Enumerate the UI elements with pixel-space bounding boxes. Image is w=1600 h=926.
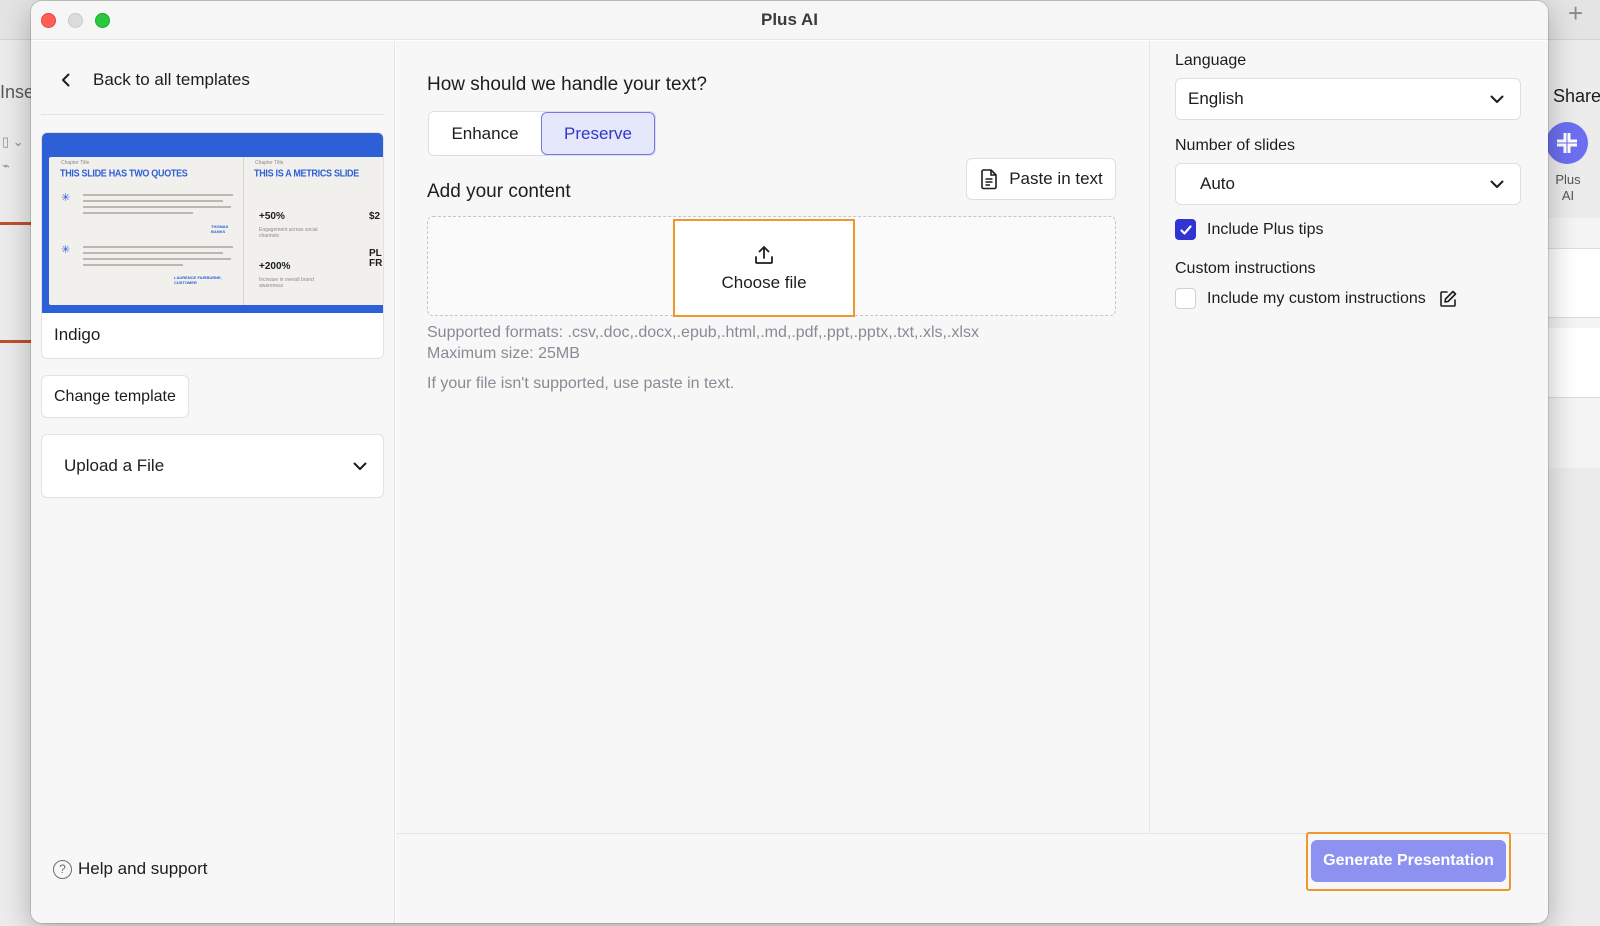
slides-count-value: Auto [1200, 174, 1235, 193]
plus-tips-label: Include Plus tips [1207, 220, 1324, 238]
paste-in-text-button[interactable]: Paste in text [966, 158, 1116, 200]
divider [41, 114, 384, 115]
background-slide-marker [0, 222, 32, 225]
generate-presentation-button[interactable]: Generate Presentation [1311, 840, 1506, 882]
template-sidebar: Back to all templates Chapter Title THIS… [31, 41, 395, 923]
slides-count-label: Number of slides [1175, 137, 1296, 154]
custom-instructions-heading: Custom instructions [1175, 260, 1316, 277]
window-title: Plus AI [761, 10, 818, 29]
checkmark-icon [1179, 224, 1192, 235]
help-and-support-link[interactable]: ? Help and support [53, 859, 207, 879]
help-label: Help and support [78, 859, 208, 878]
chevron-down-icon [1490, 180, 1504, 188]
unsupported-hint: If your file isn't supported, use paste … [427, 375, 735, 392]
language-select[interactable]: English [1175, 78, 1521, 120]
preview-quotes-slide: Chapter Title THIS SLIDE HAS TWO QUOTES … [49, 157, 244, 305]
plus-tips-checkbox[interactable] [1175, 219, 1196, 240]
supported-formats-text: Supported formats: .csv,.doc,.docx,.epub… [427, 322, 979, 364]
back-label: Back to all templates [93, 70, 250, 89]
background-insert-tab: Inse [0, 82, 35, 102]
text-handling-question: How should we handle your text? [427, 74, 707, 95]
language-value: English [1188, 89, 1244, 108]
content-panel: How should we handle your text? Enhance … [396, 41, 1149, 833]
generate-highlight: Generate Presentation [1306, 832, 1511, 891]
change-template-button[interactable]: Change template [41, 375, 189, 418]
source-type-dropdown[interactable]: Upload a File [41, 434, 384, 498]
plus-ai-logo-icon[interactable] [1546, 122, 1588, 164]
custom-instructions-checkbox-row[interactable]: Include my custom instructions [1175, 288, 1458, 309]
paste-label: Paste in text [1009, 169, 1103, 188]
file-dropzone[interactable]: Choose file [427, 216, 1116, 317]
formats-line: Supported formats: .csv,.doc,.docx,.epub… [427, 324, 979, 341]
background-left-icons: ▯ ⌄ ⌁ [2, 130, 24, 178]
add-content-heading: Add your content [427, 181, 571, 202]
selected-template-card[interactable]: Chapter Title THIS SLIDE HAS TWO QUOTES … [41, 132, 384, 359]
template-name: Indigo [54, 325, 101, 344]
slides-count-select[interactable]: Auto [1175, 163, 1521, 205]
template-preview: Chapter Title THIS SLIDE HAS TWO QUOTES … [42, 133, 383, 313]
new-tab-icon: + [1568, 0, 1584, 28]
text-handling-toggle: Enhance Preserve [428, 111, 656, 156]
chevron-left-icon [62, 73, 70, 87]
source-type-value: Upload a File [64, 456, 165, 475]
question-circle-icon: ? [53, 859, 72, 879]
plus-ai-window: Plus AI Back to all templates Chapter Ti… [31, 1, 1548, 923]
brush-icon: ⌁ [2, 158, 10, 173]
preview-metrics-slide: Chapter Title THIS IS A METRICS SLIDE +5… [254, 160, 383, 289]
document-icon: ▯ ⌄ [2, 134, 24, 149]
chevron-down-icon [1490, 95, 1504, 103]
edit-icon[interactable] [1438, 289, 1458, 309]
background-slide-marker [0, 340, 32, 343]
preserve-option[interactable]: Preserve [541, 112, 655, 155]
plus-tips-checkbox-row[interactable]: Include Plus tips [1175, 219, 1324, 240]
upload-icon [755, 246, 773, 264]
chevron-down-icon [353, 462, 367, 470]
choose-file-label: Choose file [721, 273, 807, 292]
enhance-option[interactable]: Enhance [429, 112, 541, 155]
custom-instructions-checkbox[interactable] [1175, 288, 1196, 309]
document-icon [981, 169, 998, 190]
title-bar: Plus AI [31, 1, 1548, 40]
background-right-panel [1547, 218, 1600, 468]
plus-ai-ribbon-label: Plus AI [1555, 172, 1581, 203]
custom-instructions-label: Include my custom instructions [1207, 289, 1426, 307]
choose-file-button[interactable]: Choose file [673, 219, 855, 317]
max-size-line: Maximum size: 25MB [427, 345, 580, 362]
back-to-templates-link[interactable]: Back to all templates [57, 70, 250, 90]
share-button[interactable]: Share [1553, 86, 1600, 107]
settings-panel: Language English Number of slides Auto I… [1149, 41, 1548, 833]
language-label: Language [1175, 52, 1247, 69]
